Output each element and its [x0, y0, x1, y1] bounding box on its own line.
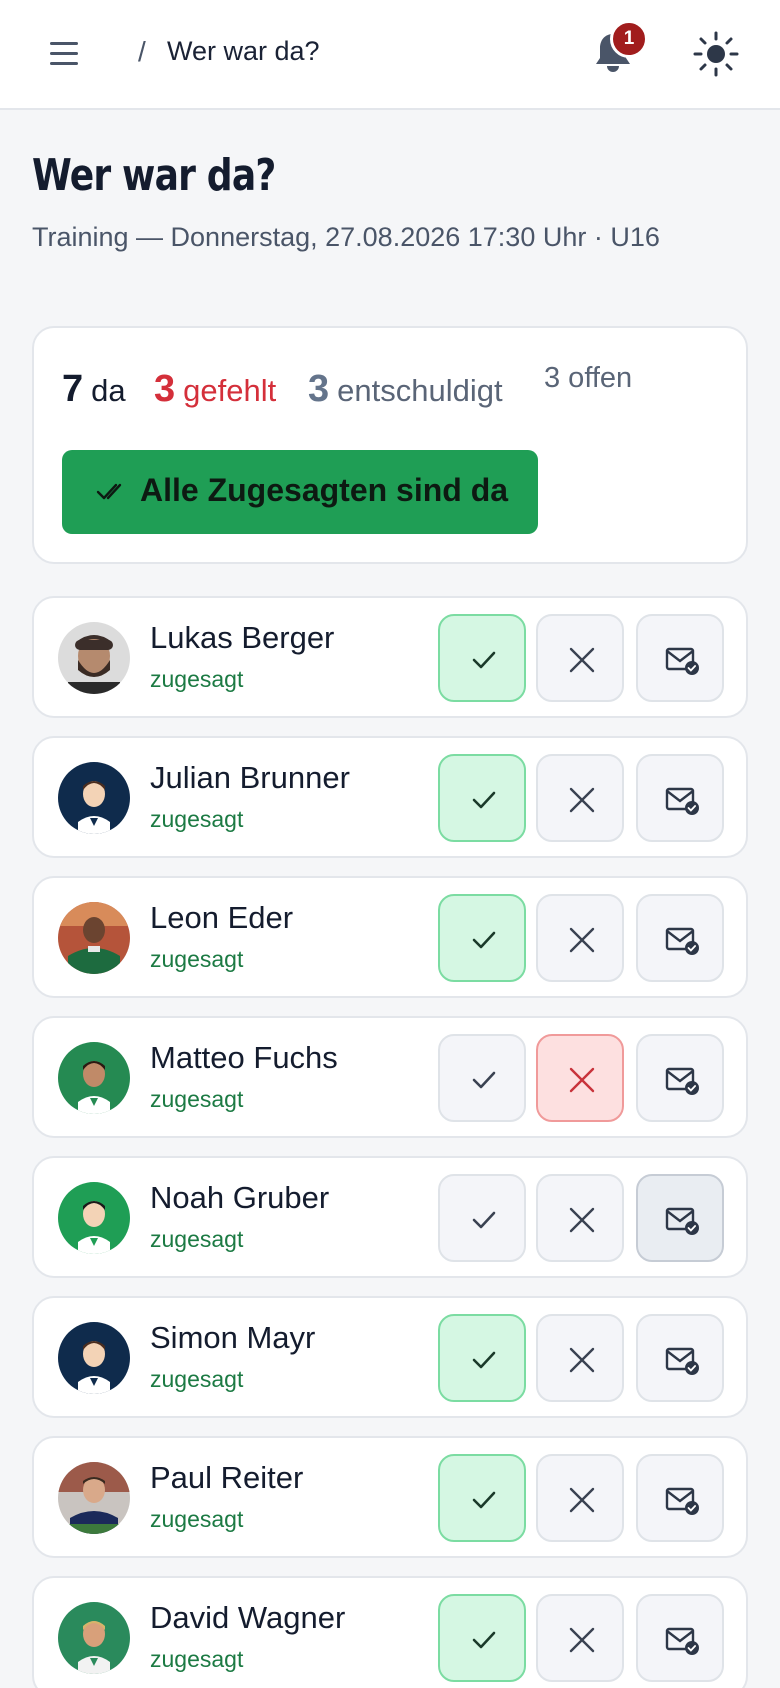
player-row: Paul Reiter zugesagt: [32, 1436, 748, 1558]
mark-present-button[interactable]: [438, 1174, 526, 1262]
present-label: da: [91, 373, 126, 408]
mark-absent-button[interactable]: [536, 1594, 624, 1682]
mark-present-button[interactable]: [438, 1454, 526, 1542]
player-row: Julian Brunner zugesagt: [32, 736, 748, 858]
player-rsvp-status: zugesagt: [150, 946, 244, 972]
breadcrumb-title: Wer war da?: [167, 36, 320, 66]
mark-absent-button[interactable]: [536, 894, 624, 982]
player-rsvp-status: zugesagt: [150, 1226, 244, 1252]
player-row: Matteo Fuchs zugesagt: [32, 1016, 748, 1138]
player-rsvp-status: zugesagt: [150, 1086, 244, 1112]
player-name: Matteo Fuchs: [150, 1040, 338, 1075]
avatar: [58, 622, 130, 694]
mark-excused-button[interactable]: [636, 1594, 724, 1682]
top-bar: / Wer war da? 1: [0, 0, 780, 110]
mark-absent-button[interactable]: [536, 1454, 624, 1542]
player-name: Paul Reiter: [150, 1460, 304, 1495]
mark-absent-button[interactable]: [536, 1314, 624, 1402]
avatar: [58, 1042, 130, 1114]
mark-all-present-label: Alle Zugesagten sind da: [140, 472, 509, 508]
player-row: Lukas Berger zugesagt: [32, 596, 748, 718]
player-row: Simon Mayr zugesagt: [32, 1296, 748, 1418]
stat-present: 7 da: [62, 368, 126, 411]
mark-excused-button[interactable]: [636, 1034, 724, 1122]
sun-icon[interactable]: [692, 30, 740, 78]
player-name: Simon Mayr: [150, 1320, 316, 1355]
mark-present-button[interactable]: [438, 614, 526, 702]
mark-absent-button[interactable]: [536, 1034, 624, 1122]
mark-excused-button[interactable]: [636, 1314, 724, 1402]
avatar: [58, 902, 130, 974]
page-title: Wer war da?: [32, 150, 276, 201]
attendance-summary: 7 da 3 gefehlt 3 entschuldigt 3 offen Alle …: [32, 326, 748, 564]
excused-count: 3: [308, 368, 330, 410]
player-name: David Wagner: [150, 1600, 346, 1635]
mark-excused-button[interactable]: [636, 894, 724, 982]
avatar: [58, 1462, 130, 1534]
mark-present-button[interactable]: [438, 1314, 526, 1402]
player-row: Noah Gruber zugesagt: [32, 1156, 748, 1278]
mark-present-button[interactable]: [438, 1594, 526, 1682]
player-rsvp-status: zugesagt: [150, 1646, 244, 1672]
mark-present-button[interactable]: [438, 754, 526, 842]
breadcrumb-separator: /: [138, 36, 146, 67]
player-row: David Wagner zugesagt: [32, 1576, 748, 1688]
mark-absent-button[interactable]: [536, 754, 624, 842]
notification-badge: 1: [610, 20, 648, 58]
stat-excused: 3 entschuldigt: [308, 368, 503, 411]
player-rsvp-status: zugesagt: [150, 806, 244, 832]
menu-icon[interactable]: [44, 36, 84, 72]
mark-all-present-button[interactable]: Alle Zugesagten sind da: [62, 450, 538, 534]
mark-excused-button[interactable]: [636, 1174, 724, 1262]
absent-label: gefehlt: [183, 373, 277, 408]
page-subtitle: Training — Donnerstag, 27.08.2026 17:30 …: [32, 222, 660, 252]
mark-present-button[interactable]: [438, 1034, 526, 1122]
mark-absent-button[interactable]: [536, 1174, 624, 1262]
mark-excused-button[interactable]: [636, 1454, 724, 1542]
avatar: [58, 762, 130, 834]
double-check-icon: [96, 483, 122, 500]
avatar: [58, 1182, 130, 1254]
avatar: [58, 1602, 130, 1674]
stat-absent: 3 gefehlt: [154, 368, 276, 411]
mark-present-button[interactable]: [438, 894, 526, 982]
mark-excused-button[interactable]: [636, 754, 724, 842]
present-count: 7: [62, 368, 84, 410]
avatar: [58, 1322, 130, 1394]
player-rsvp-status: zugesagt: [150, 666, 244, 692]
absent-count: 3: [154, 368, 176, 410]
mark-absent-button[interactable]: [536, 614, 624, 702]
player-row: Leon Eder zugesagt: [32, 876, 748, 998]
player-name: Noah Gruber: [150, 1180, 330, 1215]
player-name: Leon Eder: [150, 900, 294, 935]
excused-label: entschuldigt: [337, 373, 503, 408]
player-rsvp-status: zugesagt: [150, 1366, 244, 1392]
mark-excused-button[interactable]: [636, 614, 724, 702]
player-name: Julian Brunner: [150, 760, 350, 795]
player-rsvp-status: zugesagt: [150, 1506, 244, 1532]
open-count: 3 offen: [544, 362, 633, 394]
player-name: Lukas Berger: [150, 620, 335, 655]
